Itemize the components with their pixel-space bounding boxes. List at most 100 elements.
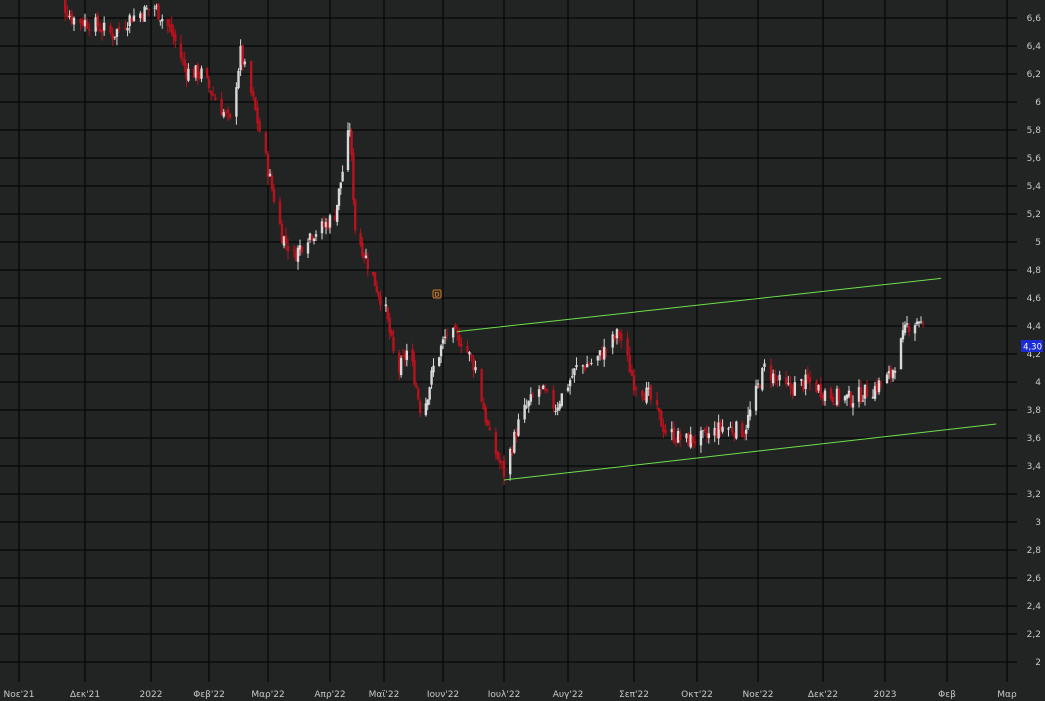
candle-up (384, 304, 388, 307)
candle-down (258, 121, 261, 132)
candle-down (641, 390, 644, 398)
candle-up (341, 171, 344, 182)
candle-up (83, 20, 87, 27)
candle-down (64, 0, 67, 13)
candle-down (837, 389, 841, 402)
y-tick-label: 5,6 (1027, 154, 1042, 164)
candle-down (496, 452, 500, 460)
candle-up (508, 449, 512, 475)
candle-up (222, 111, 225, 117)
candle-down (774, 375, 777, 378)
candle-down (352, 152, 355, 200)
candle-down (350, 131, 353, 155)
candle-down (266, 154, 270, 177)
candle-down (85, 21, 89, 29)
candle-up (893, 370, 897, 373)
x-tick-label: Απρ'22 (314, 690, 345, 700)
candle-down (249, 61, 253, 93)
last-price-badge: 4,30 (1021, 340, 1043, 353)
candle-down (377, 292, 380, 297)
candle-up (72, 17, 76, 25)
candle-down (791, 386, 794, 394)
candle-up (314, 234, 318, 237)
x-tick-label: Μαρ (997, 690, 1017, 700)
y-tick-label: 4,6 (1027, 294, 1042, 304)
candle-down (600, 351, 604, 360)
candle-down (124, 27, 127, 29)
candle-down (620, 333, 623, 341)
y-tick-label: 2 (1035, 658, 1041, 668)
x-tick-label: Μαρ'22 (251, 690, 284, 700)
candle-up (735, 421, 738, 439)
candle-down (411, 349, 414, 362)
candle-down (484, 407, 487, 423)
candle-up (787, 383, 790, 385)
candle-up (913, 325, 917, 334)
candle-down (758, 385, 762, 388)
candle-up (153, 7, 156, 9)
candle-down (388, 317, 391, 333)
candle-up (139, 13, 142, 19)
candle-down (664, 430, 667, 434)
candle-up (337, 188, 341, 206)
x-tick-label: Ιουλ'22 (488, 690, 521, 700)
candle-up (903, 324, 907, 333)
candle-down (731, 428, 734, 433)
x-tick-label: Οκτ'22 (681, 690, 713, 700)
candle-up (437, 357, 441, 366)
candle-down (212, 94, 215, 96)
candle-up (113, 36, 117, 38)
x-tick-label: Δεκ'21 (70, 690, 100, 700)
candle-up (513, 431, 516, 453)
candle-down (454, 325, 457, 329)
candle-up (432, 365, 435, 373)
candle-down (819, 384, 823, 397)
candle-down (205, 68, 209, 78)
candle-up (685, 433, 688, 439)
candle-up (441, 339, 445, 344)
candle-up (239, 45, 242, 71)
candle-up (615, 329, 619, 339)
candle-up (761, 367, 764, 390)
candle-down (284, 235, 288, 244)
candle-down (270, 175, 274, 189)
candle-down (286, 245, 290, 252)
candle-down (634, 387, 638, 390)
candle-down (808, 376, 812, 383)
price-chart[interactable]: D 22,22,42,62,833,23,43,63,844,24,44,64,… (0, 0, 1045, 701)
y-tick-label: 2,6 (1027, 574, 1042, 584)
candle-up (573, 368, 576, 376)
candle-down (254, 97, 257, 110)
candle-down (373, 272, 377, 287)
candle-up (115, 29, 119, 37)
event-marker[interactable]: D (432, 289, 442, 299)
x-tick-label: 2023 (874, 690, 897, 700)
candle-down (921, 323, 925, 325)
candle-up (235, 87, 238, 117)
x-tick-label: Δεκ'22 (808, 690, 838, 700)
candle-down (679, 433, 682, 440)
candle-down (539, 386, 543, 388)
candle-up (542, 385, 545, 390)
candle-down (531, 395, 535, 397)
x-tick-label: Φεβ (938, 690, 956, 700)
candle-down (166, 19, 170, 26)
candle-down (292, 249, 296, 251)
candle-down (272, 188, 276, 202)
candle-up (525, 406, 528, 408)
candle-up (744, 429, 748, 434)
y-tick-label: 3,6 (1027, 434, 1042, 444)
candle-down (375, 285, 378, 293)
candle-up (94, 17, 97, 32)
candle-down (379, 296, 382, 306)
candle-up (529, 394, 533, 402)
candle-up (611, 334, 614, 348)
candle-down (743, 435, 746, 437)
candle-down (252, 91, 255, 97)
candle-down (789, 382, 792, 389)
candle-down (502, 460, 506, 477)
candle-down (174, 34, 177, 42)
candle-up (602, 346, 606, 360)
candle-down (815, 381, 818, 393)
candle-up (468, 352, 471, 355)
